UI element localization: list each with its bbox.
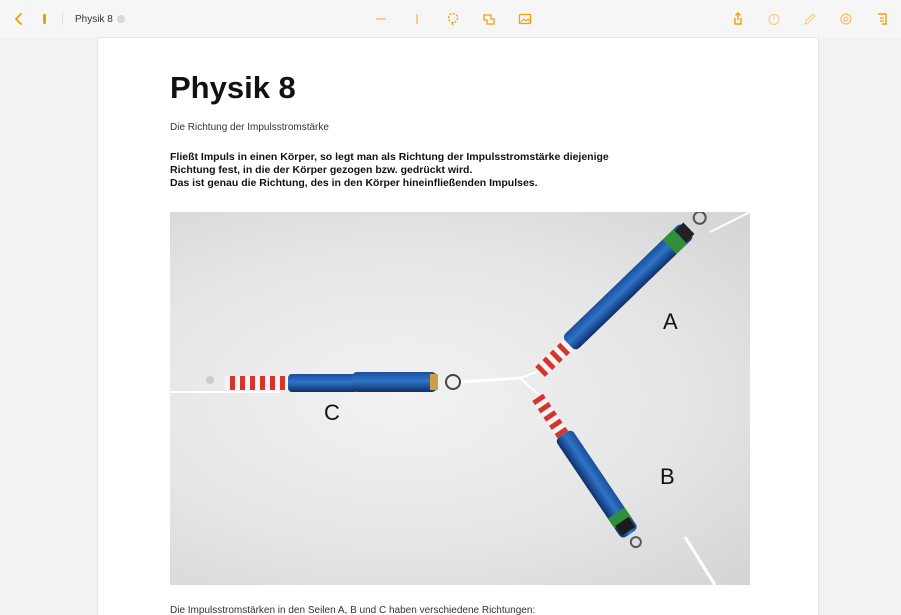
more-icon[interactable] — [873, 10, 891, 28]
toolbar-tools — [372, 0, 534, 38]
settings-icon[interactable] — [837, 10, 855, 28]
label-a: A — [663, 309, 678, 334]
page-subtitle: Die Richtung der Impulsstromstärke — [170, 122, 329, 133]
shapes-icon[interactable] — [480, 10, 498, 28]
toolbar: Physik 8 — [0, 0, 901, 38]
text-cursor-icon[interactable] — [408, 10, 426, 28]
spring-scales-photo: A B C — [170, 212, 750, 585]
chevron-down-icon — [116, 15, 125, 23]
photo-caption: Die Impulsstromstärken in den Seilen A, … — [170, 605, 536, 615]
paragraph-line: Richtung fest, in die der Körper gezogen… — [170, 164, 473, 176]
toolbar-right — [729, 0, 891, 38]
spring-scales-illustration: A B C — [170, 212, 750, 585]
spring-scale-c — [206, 372, 461, 392]
paragraph-line: Fließt Impuls in einen Körper, so legt m… — [170, 151, 609, 163]
spring-scale-b — [532, 393, 642, 549]
back-chevron-icon[interactable] — [10, 10, 28, 28]
label-c: C — [324, 400, 340, 425]
image-icon[interactable] — [516, 10, 534, 28]
label-b: B — [660, 464, 675, 489]
definition-paragraph: Fließt Impuls in einen Körper, so legt m… — [170, 151, 740, 190]
page-title: Physik 8 — [170, 70, 296, 105]
document-title-button[interactable]: Physik 8 — [75, 14, 125, 25]
paragraph-line: Das ist genau die Richtung, des in den K… — [170, 177, 538, 189]
document-page[interactable]: Physik 8 Die Richtung der Impulsstromstä… — [98, 38, 818, 615]
timer-icon[interactable] — [765, 10, 783, 28]
document-title: Physik 8 — [75, 13, 113, 25]
pen-icon[interactable] — [801, 10, 819, 28]
sidebar-marker-icon[interactable] — [36, 10, 54, 28]
share-icon[interactable] — [729, 10, 747, 28]
toolbar-separator — [62, 13, 63, 25]
toolbar-left: Physik 8 — [10, 0, 125, 38]
minus-icon[interactable] — [372, 10, 390, 28]
spring-scale-a — [535, 212, 707, 378]
lasso-icon[interactable] — [444, 10, 462, 28]
